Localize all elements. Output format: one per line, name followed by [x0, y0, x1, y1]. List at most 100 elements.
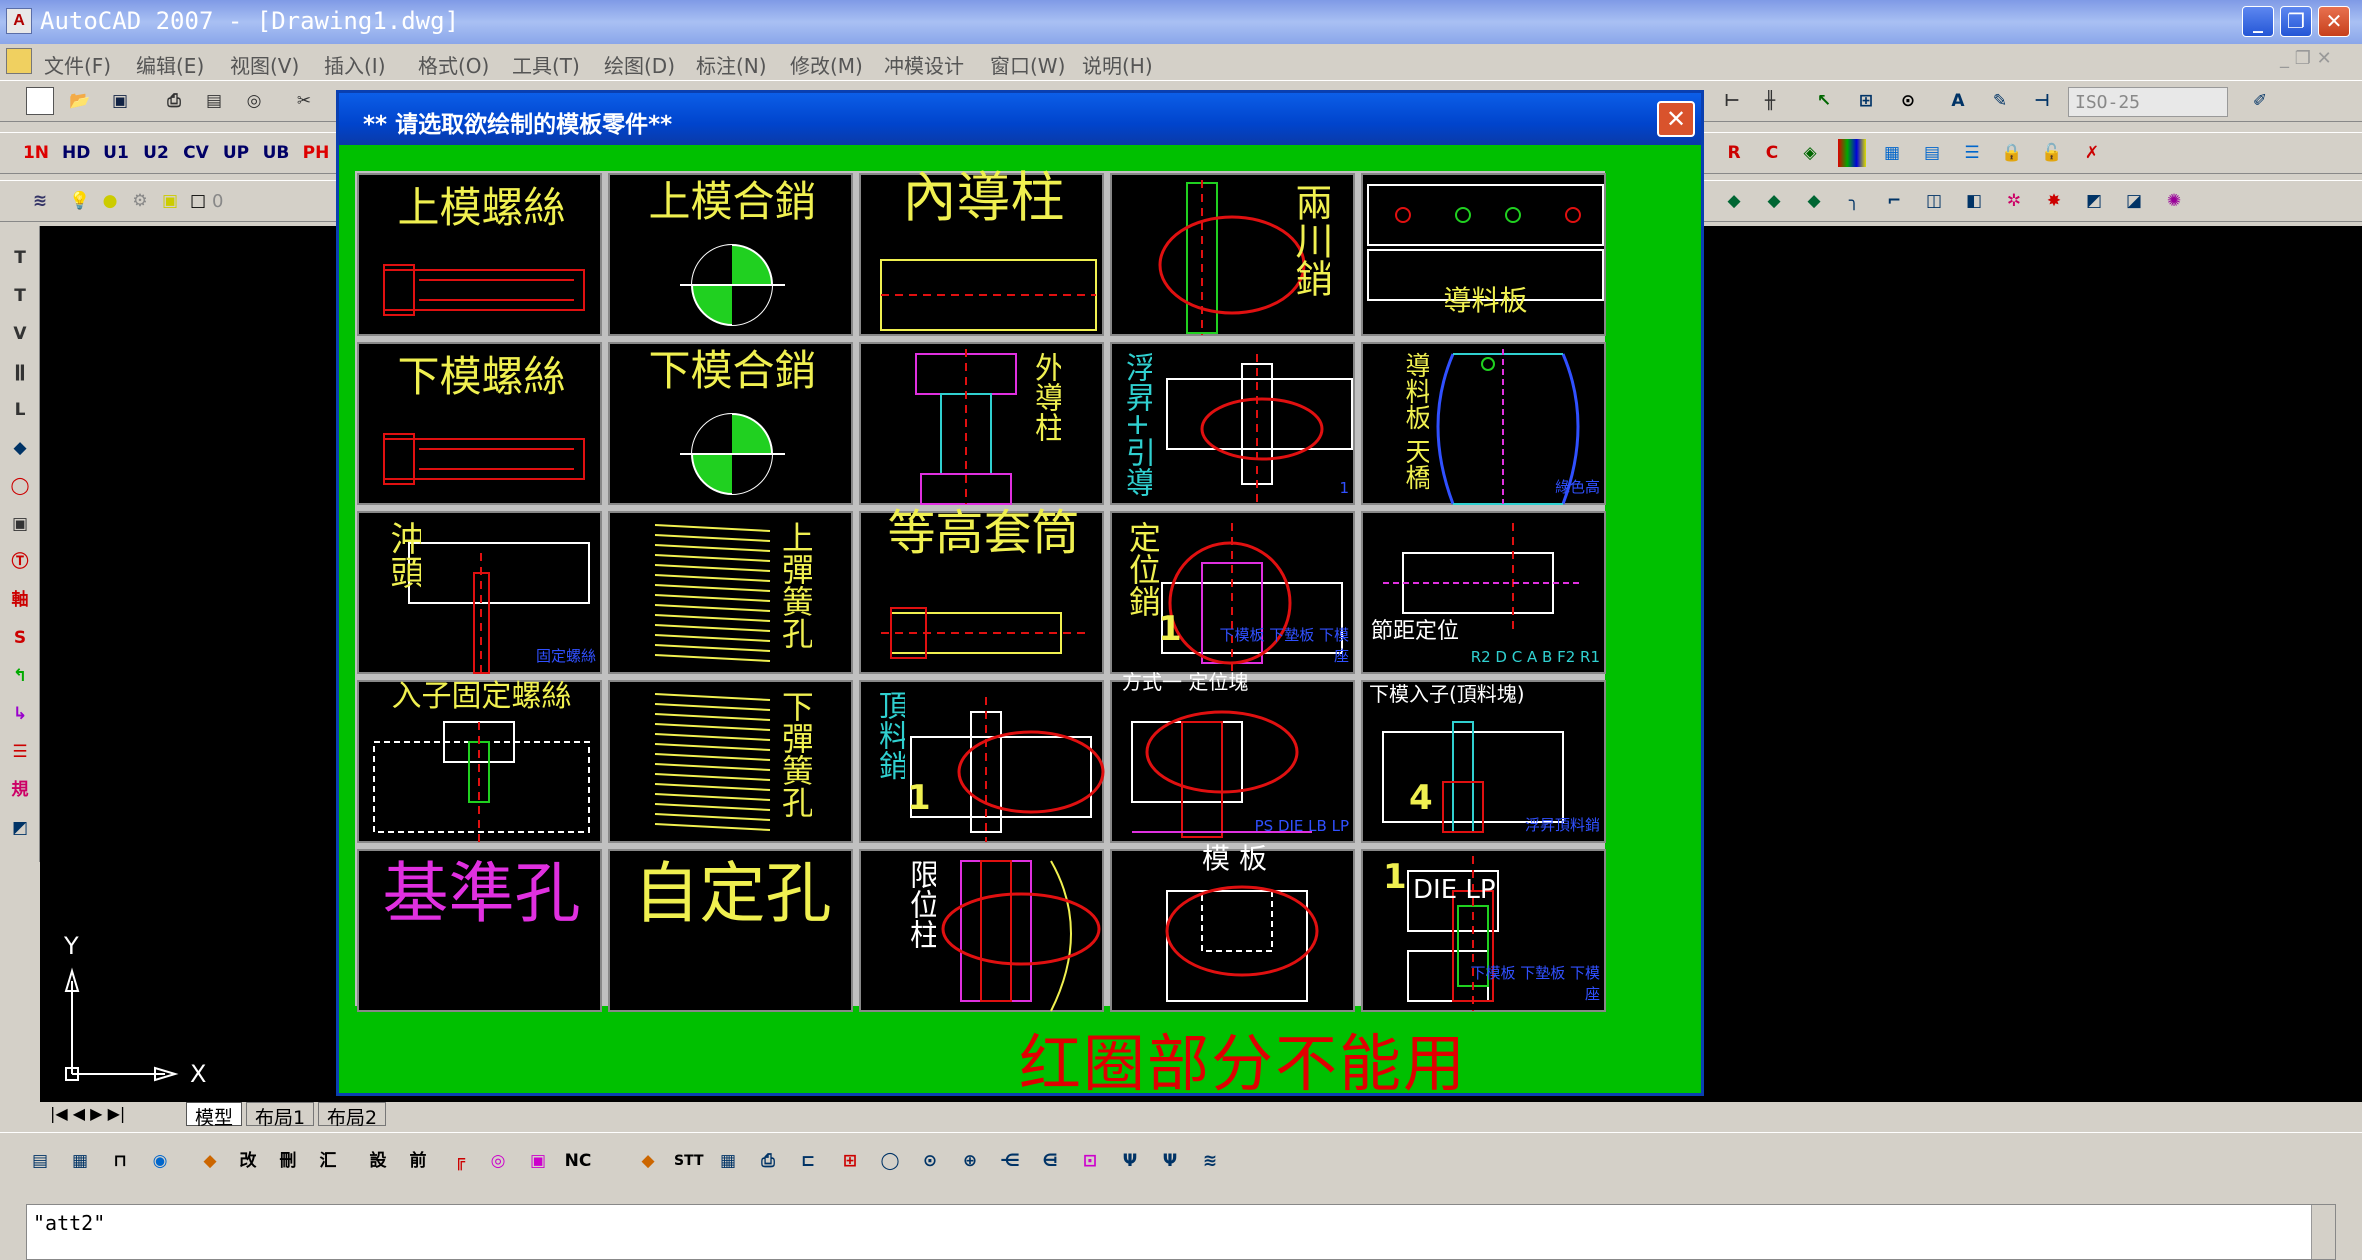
tb-ub[interactable]: UB — [262, 139, 290, 167]
fillet-icon[interactable]: ╮ — [1840, 187, 1868, 215]
lightbulb-icon[interactable]: 💡 — [66, 187, 94, 215]
command-scrollbar[interactable] — [2311, 1205, 2335, 1259]
tab-model[interactable]: 模型 — [186, 1102, 243, 1129]
tab-layout2[interactable]: 布局2 — [318, 1102, 387, 1129]
center-mark-icon[interactable]: ⊙ — [1894, 87, 1922, 115]
preview-icon[interactable]: ▤ — [200, 87, 228, 115]
unlock-icon[interactable]: 🔓 — [2038, 139, 2066, 167]
menu-format[interactable]: 格式(O) — [418, 50, 489, 79]
grid-icon[interactable]: ▦ — [714, 1147, 742, 1175]
table-icon[interactable]: ▦ — [1878, 139, 1906, 167]
part-cell[interactable]: 下彈簧孔 — [608, 680, 853, 843]
publish-icon[interactable]: ◎ — [240, 87, 268, 115]
offset-icon[interactable]: ⋲ — [996, 1147, 1024, 1175]
lock-icon[interactable]: 🔒 — [1998, 139, 2026, 167]
menu-file[interactable]: 文件(F) — [44, 50, 111, 79]
tb-shan[interactable]: 刪 — [274, 1147, 302, 1175]
dim-linear-icon[interactable]: ⊢ — [1718, 87, 1746, 115]
menu-insert[interactable]: 插入(I) — [324, 50, 386, 79]
open-icon[interactable]: 📂 — [66, 87, 94, 115]
layer-name[interactable]: 0 — [212, 191, 223, 212]
3d-wedge-icon[interactable]: ◆ — [1760, 187, 1788, 215]
box-icon[interactable]: ⊓ — [106, 1147, 134, 1175]
section-icon[interactable]: ◧ — [1960, 187, 1988, 215]
dimstyle-select[interactable]: ISO-25 — [2068, 87, 2228, 117]
stack-plate-icon[interactable]: ☰ — [6, 738, 34, 766]
menu-die-design[interactable]: 冲模设计 — [884, 50, 964, 79]
refresh-icon[interactable]: ◉ — [146, 1147, 174, 1175]
union-icon[interactable]: ✲ — [2000, 187, 2028, 215]
minimize-button[interactable]: _ — [2242, 6, 2274, 37]
menu-tools[interactable]: 工具(T) — [512, 50, 580, 79]
dialog-close-button[interactable]: ✕ — [1657, 101, 1695, 137]
layer-color-icon[interactable]: □ — [184, 187, 212, 215]
ellipse-icon[interactable]: ◯ — [876, 1147, 904, 1175]
tb-up[interactable]: UP — [222, 139, 250, 167]
menu-window[interactable]: 窗口(W) — [990, 50, 1065, 79]
part-cell[interactable]: 定位銷 下模板 下墊板 下模座 1 — [1110, 511, 1355, 674]
explode-icon[interactable]: ✸ — [2040, 187, 2068, 215]
part-cell[interactable]: 上模螺絲 — [357, 173, 602, 336]
dim-baseline-icon[interactable]: ╫ — [1756, 87, 1784, 115]
tolerance-icon[interactable]: ⊞ — [1852, 87, 1880, 115]
menu-edit[interactable]: 编辑(E) — [136, 50, 204, 79]
part-cell[interactable]: 上彈簧孔 — [608, 511, 853, 674]
part-cell[interactable]: 下模合銷 — [608, 342, 853, 505]
rule-icon[interactable]: 規 — [6, 776, 34, 804]
tools-icon[interactable]: ✗ — [2078, 139, 2106, 167]
part-cell[interactable]: 基準孔 — [357, 849, 602, 1012]
dim-style-icon[interactable]: ⊣ — [2028, 87, 2056, 115]
corner-icon[interactable]: ╔ — [446, 1147, 474, 1175]
dim-leader-icon[interactable]: ↖ — [1810, 87, 1838, 115]
layer-match-icon[interactable]: ▦ — [66, 1147, 94, 1175]
tag-icon[interactable]: ◆ — [634, 1147, 662, 1175]
circle-target-icon[interactable]: ◎ — [484, 1147, 512, 1175]
guide-icon[interactable]: V — [6, 320, 34, 348]
menu-dimension[interactable]: 标注(N) — [696, 50, 767, 79]
cut-icon[interactable]: ✂ — [290, 87, 318, 115]
array-icon[interactable]: ⊡ — [1076, 1147, 1104, 1175]
3d-box-icon[interactable]: ◆ — [1720, 187, 1748, 215]
part-cell[interactable]: 入子固定螺絲 — [357, 680, 602, 843]
plate-icon[interactable]: ◆ — [6, 434, 34, 462]
gear-icon[interactable]: ⚙ — [126, 187, 154, 215]
edit-text-icon[interactable]: ✎ — [1986, 87, 2014, 115]
part-cell[interactable]: 節距定位 R2 D C A B F2 R1 — [1361, 511, 1606, 674]
spring-icon[interactable]: ǁ — [6, 358, 34, 386]
layers-icon[interactable]: ≋ — [26, 187, 54, 215]
menu-help[interactable]: 说明(H) — [1082, 50, 1153, 79]
part-cell[interactable]: 外導柱 — [859, 342, 1104, 505]
tb-gai[interactable]: 改 — [234, 1147, 262, 1175]
pin-icon[interactable]: T — [6, 282, 34, 310]
part-cell[interactable]: 下模螺絲 — [357, 342, 602, 505]
tb-hd[interactable]: HD — [62, 139, 90, 167]
command-line[interactable]: "att2" — [26, 1204, 2336, 1260]
menu-modify[interactable]: 修改(M) — [790, 50, 863, 79]
tb-1n[interactable]: 1N — [22, 139, 50, 167]
part-cell[interactable]: 導料板 天橋 綠色高 — [1361, 342, 1606, 505]
color-icon[interactable] — [1838, 139, 1866, 167]
spj-icon[interactable]: S — [6, 624, 34, 652]
tb-u2[interactable]: U2 — [142, 139, 170, 167]
axis-icon[interactable]: 軸 — [6, 586, 34, 614]
part-cell[interactable]: 自定孔 — [608, 849, 853, 1012]
part-cell[interactable]: 限位柱 — [859, 849, 1104, 1012]
die-icon[interactable]: Ⓣ — [6, 548, 34, 576]
rps-icon[interactable]: R — [1720, 139, 1748, 167]
lp-icon[interactable]: L — [6, 396, 34, 424]
chamfer-icon[interactable]: ⌐ — [1880, 187, 1908, 215]
tb-hui[interactable]: 汇 — [314, 1147, 342, 1175]
outline-icon[interactable]: ◯ — [6, 472, 34, 500]
restore-button[interactable]: ❐ — [2280, 6, 2312, 37]
render-icon[interactable]: ✺ — [2160, 187, 2188, 215]
close-button[interactable]: ✕ — [2318, 6, 2350, 37]
lock-layer-icon[interactable]: ▣ — [156, 187, 184, 215]
tab-layout1[interactable]: 布局1 — [246, 1102, 315, 1129]
part-cell[interactable]: 等高套筒 — [859, 509, 1104, 674]
revolve-icon[interactable]: ◪ — [2120, 187, 2148, 215]
part-cell[interactable]: 浮昇+引導 1 — [1110, 342, 1355, 505]
tb-u1[interactable]: U1 — [102, 139, 130, 167]
trim-icon[interactable]: ⋳ — [1036, 1147, 1064, 1175]
save-icon[interactable]: ▣ — [106, 87, 134, 115]
layer-tool-icon[interactable]: ◈ — [1796, 139, 1824, 167]
